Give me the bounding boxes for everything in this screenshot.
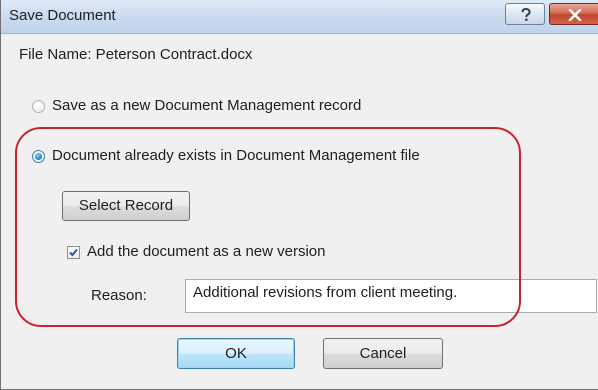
new-version-label[interactable]: Add the document as a new version: [87, 243, 325, 260]
save-document-dialog: Save Document File Name: Peterson Contra…: [0, 0, 598, 390]
close-button[interactable]: [549, 3, 598, 25]
help-icon: [521, 8, 531, 21]
new-record-label[interactable]: Save as a new Document Management record: [52, 97, 361, 114]
new-version-checkbox[interactable]: [67, 246, 80, 259]
dialog-title: Save Document: [9, 7, 116, 24]
cancel-button[interactable]: Cancel: [323, 338, 443, 369]
select-record-button[interactable]: Select Record: [62, 191, 190, 221]
close-icon: [568, 9, 582, 21]
new-record-radio[interactable]: [32, 100, 45, 113]
ok-button[interactable]: OK: [177, 338, 295, 369]
help-button[interactable]: [505, 3, 545, 25]
file-name-label: File Name: Peterson Contract.docx: [19, 46, 253, 63]
existing-document-radio[interactable]: [32, 150, 45, 163]
reason-input[interactable]: Additional revisions from client meeting…: [185, 279, 597, 313]
existing-document-label[interactable]: Document already exists in Document Mana…: [52, 147, 420, 164]
checkmark-icon: [69, 248, 78, 257]
reason-label: Reason:: [91, 287, 147, 304]
title-bar[interactable]: Save Document: [1, 0, 598, 34]
